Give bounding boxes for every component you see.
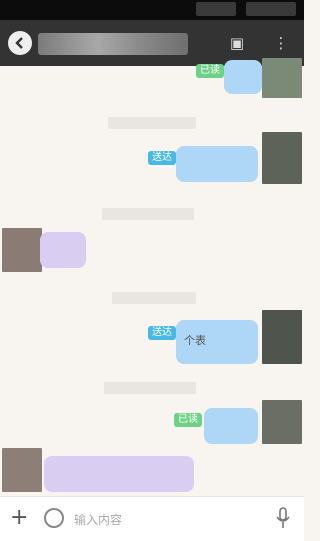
microphone-icon[interactable] [276, 507, 290, 529]
message-bubble-outgoing[interactable] [176, 146, 258, 182]
avatar[interactable] [262, 310, 302, 364]
message-bubble-outgoing[interactable]: 个表 [176, 320, 258, 364]
emoji-icon[interactable] [44, 508, 64, 528]
timestamp-blurred [108, 117, 196, 129]
avatar[interactable] [262, 132, 302, 184]
message-input[interactable]: 输入内容 [74, 511, 122, 528]
message-bubble-outgoing[interactable] [204, 408, 258, 444]
read-status-badge: 已读 [196, 64, 224, 78]
status-bar-blur [246, 2, 296, 16]
timestamp-blurred [112, 292, 196, 304]
avatar[interactable] [2, 448, 42, 492]
chat-title-blurred [38, 33, 188, 55]
avatar[interactable] [262, 400, 302, 444]
sent-status-badge: 送达 [148, 151, 176, 165]
avatar[interactable] [2, 228, 42, 272]
message-bubble-incoming[interactable] [40, 232, 86, 268]
timestamp-blurred [102, 208, 194, 220]
plus-icon[interactable]: + [10, 505, 28, 531]
back-circle-icon[interactable] [8, 31, 32, 55]
message-bubble-outgoing[interactable] [224, 60, 262, 94]
status-bar [0, 0, 304, 20]
avatar[interactable] [262, 58, 302, 98]
input-bar: + 输入内容 [0, 496, 304, 541]
timestamp-blurred [104, 382, 196, 394]
chat-header: ▣ ⋮ [0, 20, 304, 66]
sent-status-badge: 送达 [148, 326, 176, 340]
more-vertical-icon[interactable]: ⋮ [270, 32, 292, 54]
status-bar-blur [196, 2, 236, 16]
message-bubble-incoming[interactable] [44, 456, 194, 492]
read-status-badge: 已读 [174, 413, 202, 427]
contact-card-icon[interactable]: ▣ [226, 32, 248, 54]
message-text: 个表 [184, 334, 206, 347]
